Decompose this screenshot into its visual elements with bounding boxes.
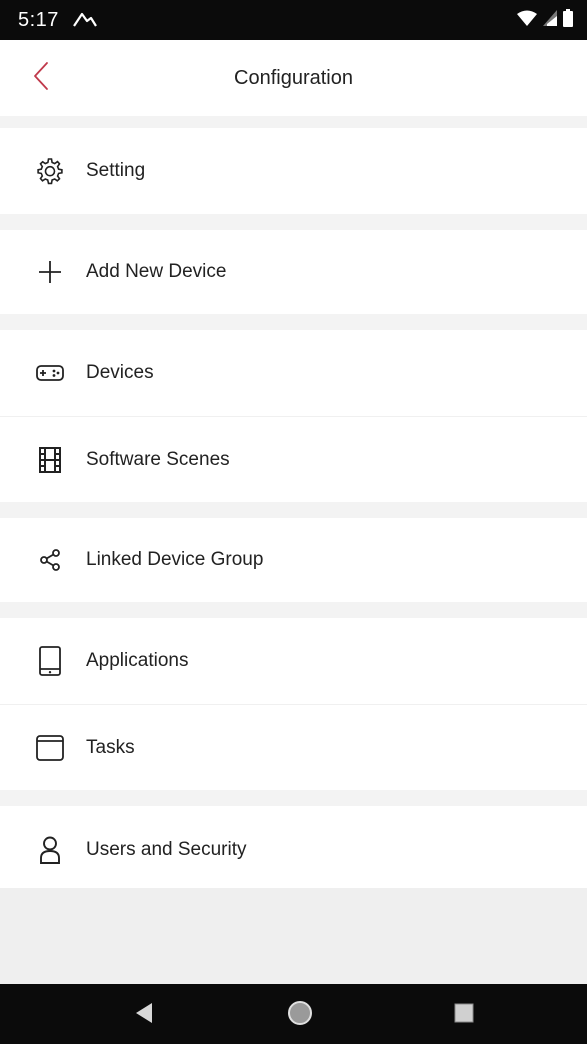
menu-item-setting[interactable]: Setting	[0, 128, 587, 214]
app-header: Configuration	[0, 40, 587, 116]
menu-item-label: Add New Device	[86, 261, 227, 282]
menu-item-add-new-device[interactable]: Add New Device	[0, 230, 587, 314]
plus-icon	[34, 256, 66, 288]
menu-item-label: Users and Security	[86, 839, 247, 860]
user-icon	[34, 834, 66, 866]
battery-icon	[563, 8, 573, 32]
empty-area	[0, 888, 587, 984]
menu-item-applications[interactable]: Applications	[0, 618, 587, 704]
cylinder-icon	[34, 732, 66, 764]
nav-recents-button[interactable]	[447, 998, 481, 1032]
tablet-icon	[34, 645, 66, 677]
menu-item-label: Linked Device Group	[86, 549, 264, 570]
film-icon	[34, 444, 66, 476]
status-icons	[517, 8, 573, 32]
menu-item-linked-device-group[interactable]: Linked Device Group	[0, 518, 587, 602]
page-title: Configuration	[234, 67, 353, 89]
menu-item-tasks[interactable]: Tasks	[0, 704, 587, 790]
menu-item-devices[interactable]: Devices	[0, 330, 587, 416]
menu-item-users-and-security[interactable]: Users and Security	[0, 806, 587, 894]
menu-item-label: Setting	[86, 160, 146, 181]
share-nodes-icon	[34, 544, 66, 576]
notification-icon	[71, 10, 99, 30]
nav-home-button[interactable]	[283, 998, 317, 1032]
nav-back-button[interactable]	[127, 998, 161, 1032]
menu-item-software-scenes[interactable]: Software Scenes	[0, 416, 587, 502]
nav-recents-icon	[453, 1002, 475, 1029]
nav-back-icon	[134, 1002, 154, 1029]
gear-icon	[34, 155, 66, 187]
menu-item-label: Software Scenes	[86, 448, 230, 470]
menu-item-label: Applications	[86, 650, 189, 671]
status-time: 5:17	[18, 8, 59, 31]
navigation-bar	[0, 984, 587, 1044]
wifi-icon	[517, 10, 537, 31]
menu-item-label: Tasks	[86, 736, 135, 758]
menu-item-label: Devices	[86, 362, 154, 383]
cell-signal-icon	[543, 9, 557, 31]
nav-home-icon	[287, 1000, 313, 1031]
status-bar: 5:17	[0, 0, 587, 40]
configuration-menu: Setting Add New Device Devices Software …	[0, 116, 587, 894]
gamepad-icon	[34, 357, 66, 389]
